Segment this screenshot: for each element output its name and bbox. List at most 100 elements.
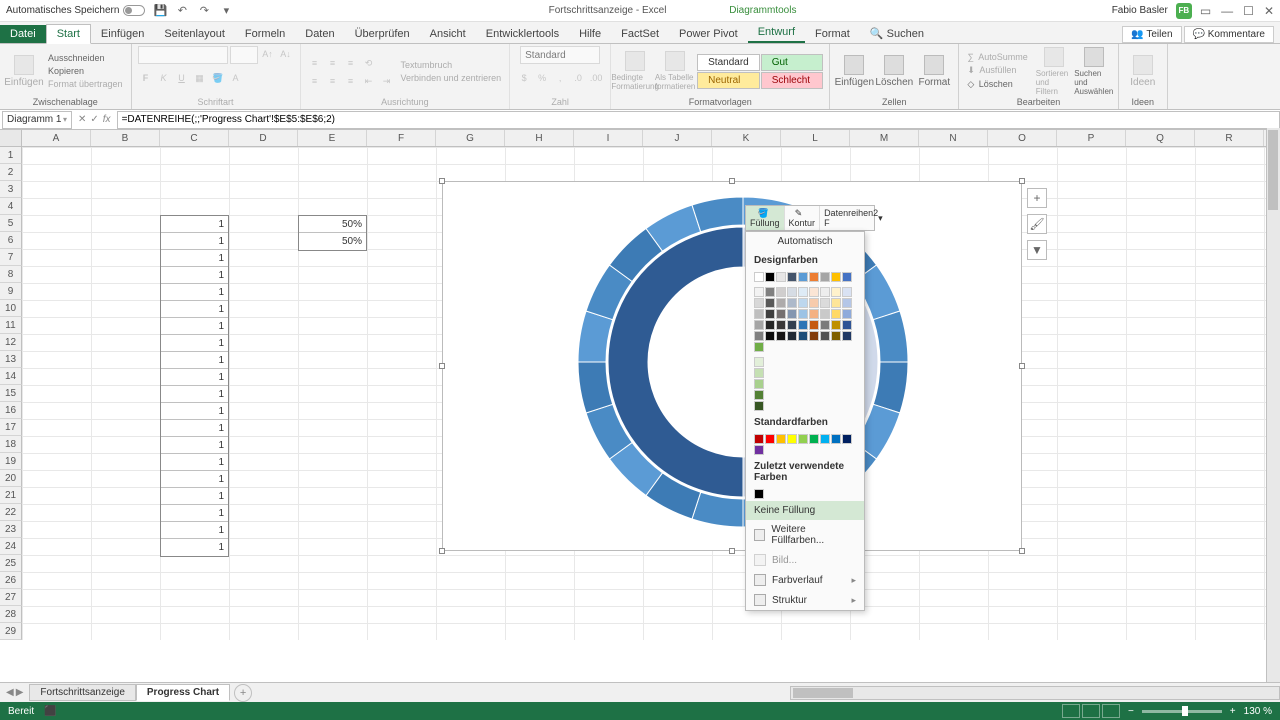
vertical-scrollbar[interactable] <box>1266 128 1280 682</box>
color-swatch[interactable] <box>776 331 786 341</box>
color-swatch[interactable] <box>787 287 797 297</box>
toggle-switch[interactable] <box>123 5 145 16</box>
page-break-view-icon[interactable] <box>1102 704 1120 718</box>
color-swatch[interactable] <box>776 287 786 297</box>
tab-ueberpruefen[interactable]: Überprüfen <box>345 25 420 43</box>
color-swatch[interactable] <box>765 309 775 319</box>
zoom-level[interactable]: 130 % <box>1244 706 1272 717</box>
select-all-corner[interactable] <box>0 130 22 146</box>
cell[interactable]: 1 <box>161 216 228 233</box>
macro-record-icon[interactable]: ⬛ <box>44 706 56 717</box>
color-swatch[interactable] <box>754 390 764 400</box>
tab-entwicklertools[interactable]: Entwicklertools <box>476 25 569 43</box>
qat-customize-icon[interactable]: ▾ <box>219 4 233 18</box>
color-swatch[interactable] <box>754 368 764 378</box>
clear-button[interactable]: ◇ Löschen <box>965 78 1031 91</box>
row-header[interactable]: 12 <box>0 334 22 351</box>
color-swatch[interactable] <box>831 309 841 319</box>
row-header[interactable]: 18 <box>0 436 22 453</box>
cell-style-gut[interactable]: Gut <box>761 54 824 71</box>
column-header[interactable]: L <box>781 130 850 146</box>
color-swatch[interactable] <box>765 434 775 444</box>
picture-fill-option[interactable]: Bild... <box>746 550 864 570</box>
underline-icon[interactable]: U <box>174 70 190 86</box>
row-header[interactable]: 24 <box>0 538 22 555</box>
number-format-select[interactable] <box>520 46 600 64</box>
add-sheet-button[interactable]: + <box>234 684 252 702</box>
color-swatch[interactable] <box>776 309 786 319</box>
color-swatch[interactable] <box>754 489 764 499</box>
user-area[interactable]: Fabio Basler FB <box>1112 3 1192 19</box>
cell[interactable]: 1 <box>161 454 228 471</box>
tab-ansicht[interactable]: Ansicht <box>420 25 476 43</box>
bold-icon[interactable]: F <box>138 70 154 86</box>
color-swatch[interactable] <box>765 287 775 297</box>
column-header[interactable]: N <box>919 130 988 146</box>
cell[interactable]: 1 <box>161 386 228 403</box>
cell[interactable]: 1 <box>161 522 228 539</box>
user-avatar[interactable]: FB <box>1176 3 1192 19</box>
zoom-slider[interactable] <box>1142 710 1222 713</box>
resize-handle[interactable] <box>439 178 445 184</box>
color-swatch[interactable] <box>820 309 830 319</box>
share-button[interactable]: 👥 Teilen <box>1122 26 1181 43</box>
sheet-nav-prev-icon[interactable]: ◀ <box>6 687 14 698</box>
chart-styles-icon[interactable]: 🖌 <box>1027 214 1047 234</box>
color-swatch[interactable] <box>754 434 764 444</box>
format-painter-button[interactable]: Format übertragen <box>46 78 125 90</box>
color-swatch[interactable] <box>765 272 775 282</box>
color-swatch[interactable] <box>831 298 841 308</box>
column-header[interactable]: C <box>160 130 229 146</box>
copy-button[interactable]: Kopieren <box>46 65 125 77</box>
ribbon-display-icon[interactable]: ▭ <box>1200 4 1211 18</box>
column-header[interactable]: M <box>850 130 919 146</box>
row-header[interactable]: 25 <box>0 555 22 572</box>
fill-button[interactable]: ⬇ Ausfüllen <box>965 64 1031 77</box>
undo-icon[interactable]: ↶ <box>175 4 189 18</box>
sort-filter-button[interactable]: Sortieren und Filtern <box>1036 47 1072 96</box>
tab-start[interactable]: Start <box>46 24 91 44</box>
chart-elements-icon[interactable]: + <box>1027 188 1047 208</box>
row-header[interactable]: 20 <box>0 470 22 487</box>
column-header[interactable]: E <box>298 130 367 146</box>
maximize-icon[interactable]: ☐ <box>1243 4 1254 18</box>
chart-object[interactable]: + 🖌 ▼ <box>442 181 1022 551</box>
row-header[interactable]: 29 <box>0 623 22 640</box>
data-range-c[interactable]: 11111111111111111111 <box>160 215 229 557</box>
merge-button[interactable]: Verbinden und zentrieren <box>399 72 504 84</box>
sheet-tab-fortschritt[interactable]: Fortschrittsanzeige <box>29 684 135 701</box>
delete-cells-button[interactable]: Löschen <box>876 55 912 88</box>
wrap-text-button[interactable]: Textumbruch <box>399 59 504 71</box>
find-select-button[interactable]: Suchen und Auswählen <box>1076 47 1112 96</box>
color-swatch[interactable] <box>754 357 764 367</box>
color-swatch[interactable] <box>754 401 764 411</box>
color-swatch[interactable] <box>765 298 775 308</box>
cell[interactable]: 1 <box>161 488 228 505</box>
cell-style-schlecht[interactable]: Schlecht <box>761 72 824 89</box>
color-swatch[interactable] <box>765 331 775 341</box>
column-header[interactable]: A <box>22 130 91 146</box>
comments-button[interactable]: 💬 Kommentare <box>1184 26 1274 43</box>
column-header[interactable]: O <box>988 130 1057 146</box>
more-colors-option[interactable]: Weitere Füllfarben... <box>746 520 864 550</box>
tab-entwurf[interactable]: Entwurf <box>748 23 805 43</box>
color-swatch[interactable] <box>754 298 764 308</box>
row-header[interactable]: 3 <box>0 181 22 198</box>
font-color-icon[interactable]: A <box>228 70 244 86</box>
row-header[interactable]: 13 <box>0 351 22 368</box>
color-swatch[interactable] <box>820 272 830 282</box>
italic-icon[interactable]: K <box>156 70 172 86</box>
resize-handle[interactable] <box>439 363 445 369</box>
color-swatch[interactable] <box>820 320 830 330</box>
insert-cells-button[interactable]: Einfügen <box>836 55 872 88</box>
color-swatch[interactable] <box>787 298 797 308</box>
format-as-table-button[interactable]: Als Tabelle formatieren <box>657 51 693 91</box>
texture-fill-option[interactable]: Struktur▸ <box>746 590 864 610</box>
color-swatch[interactable] <box>842 287 852 297</box>
column-header[interactable]: F <box>367 130 436 146</box>
column-header[interactable]: P <box>1057 130 1126 146</box>
color-swatch[interactable] <box>776 298 786 308</box>
row-header[interactable]: 9 <box>0 283 22 300</box>
resize-handle[interactable] <box>729 548 735 554</box>
font-size-input[interactable] <box>230 46 258 64</box>
